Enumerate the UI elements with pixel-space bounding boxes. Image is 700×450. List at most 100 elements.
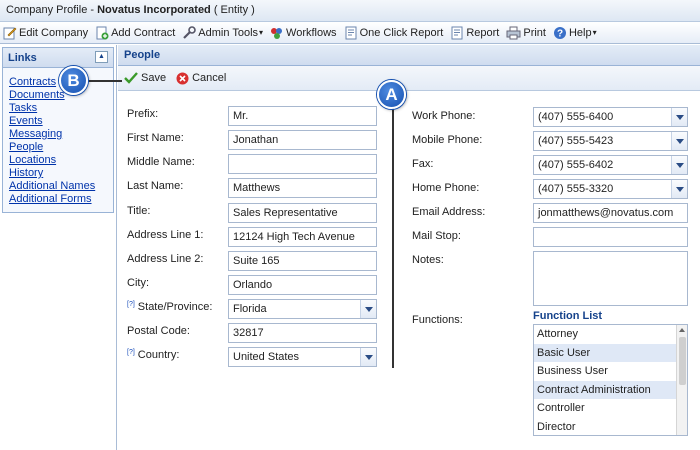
mail-stop-field[interactable]: [533, 227, 688, 247]
chevron-down-icon[interactable]: [671, 156, 687, 174]
link-people[interactable]: People: [9, 141, 43, 153]
mobile-phone-select[interactable]: (407) 555-5423: [533, 131, 688, 151]
admin-tools-menu[interactable]: Admin Tools ▾: [182, 25, 264, 40]
chevron-down-icon[interactable]: [671, 108, 687, 126]
one-click-report-button[interactable]: One Click Report: [344, 26, 443, 40]
chevron-down-icon[interactable]: [671, 180, 687, 198]
scroll-up-icon[interactable]: [679, 328, 685, 332]
main-toolbar: Edit Company Add Contract Admin Tools ▾ W…: [0, 22, 700, 44]
link-tasks[interactable]: Tasks: [9, 102, 37, 114]
chevron-down-icon[interactable]: [360, 300, 376, 318]
add-contract-button[interactable]: Add Contract: [95, 26, 175, 40]
link-messaging[interactable]: Messaging: [9, 128, 62, 140]
company-name: Novatus Incorporated: [97, 4, 211, 16]
chevron-down-icon[interactable]: [360, 348, 376, 366]
left-panel: Links ▲ Contracts Documents Tasks Events…: [0, 45, 117, 450]
city-field[interactable]: Orlando: [228, 275, 377, 295]
people-header: People: [118, 45, 700, 66]
callout-a-line: [392, 94, 394, 368]
title-label: Title:: [127, 205, 151, 217]
cancel-icon: [176, 72, 189, 84]
work-phone-label: Work Phone:: [412, 110, 476, 122]
link-history[interactable]: History: [9, 167, 43, 179]
list-item[interactable]: Contract Administration: [534, 380, 687, 400]
link-events[interactable]: Events: [9, 115, 43, 127]
mobile-phone-label: Mobile Phone:: [412, 134, 483, 146]
title-field[interactable]: Sales Representative: [228, 203, 377, 223]
cancel-button[interactable]: Cancel: [176, 72, 226, 85]
list-item[interactable]: Controller: [534, 399, 687, 418]
address-line-2-field[interactable]: Suite 165: [228, 251, 377, 271]
report-button[interactable]: Report: [450, 26, 499, 40]
middle-name-label: Middle Name:: [127, 156, 195, 168]
chevron-down-icon: ▾: [259, 28, 264, 37]
list-item[interactable]: Basic User: [534, 343, 687, 363]
save-button[interactable]: Save: [124, 72, 166, 84]
report-icon: [451, 26, 463, 39]
first-name-label: First Name:: [127, 132, 184, 144]
country-label: [?] Country:: [127, 349, 180, 361]
list-item[interactable]: Director: [534, 418, 687, 435]
email-label: Email Address:: [412, 206, 486, 218]
chevron-down-icon: ▾: [592, 28, 597, 37]
svg-text:?: ?: [557, 28, 563, 39]
functions-label: Functions:: [412, 314, 463, 326]
fax-label: Fax:: [412, 158, 434, 170]
help-link[interactable]: [?]: [127, 349, 135, 356]
home-phone-select[interactable]: (407) 555-3320: [533, 179, 688, 199]
wrench-icon: [183, 25, 197, 39]
postal-code-field[interactable]: 32817: [228, 323, 377, 343]
function-listbox[interactable]: Attorney Basic User Business User Contra…: [533, 324, 688, 436]
link-documents[interactable]: Documents: [9, 89, 65, 101]
prefix-label: Prefix:: [127, 108, 159, 120]
city-label: City:: [127, 277, 149, 289]
address-line-1-label: Address Line 1:: [127, 229, 204, 241]
action-bar: Save Cancel: [118, 66, 700, 91]
workflows-button[interactable]: Workflows: [270, 26, 337, 40]
help-icon: ?: [553, 26, 566, 39]
fax-select[interactable]: (407) 555-6402: [533, 155, 688, 175]
link-locations[interactable]: Locations: [9, 154, 56, 166]
checkmark-icon: [124, 72, 138, 84]
link-additional-forms[interactable]: Additional Forms: [9, 193, 92, 205]
email-field[interactable]: jonmatthews@novatus.com: [533, 203, 688, 223]
help-menu[interactable]: ? Help ▾: [553, 26, 597, 40]
state-select[interactable]: Florida: [228, 299, 377, 319]
callout-b-badge: B: [59, 66, 88, 95]
collapse-icon[interactable]: ▲: [95, 51, 108, 63]
links-box: Links ▲ Contracts Documents Tasks Events…: [2, 47, 114, 213]
print-button[interactable]: Print: [506, 26, 546, 40]
list-item[interactable]: Attorney: [534, 325, 687, 344]
address-line-1-field[interactable]: 12124 High Tech Avenue: [228, 227, 377, 247]
edit-company-button[interactable]: Edit Company: [3, 26, 88, 40]
links-list: Contracts Documents Tasks Events Messagi…: [3, 68, 113, 206]
address-line-2-label: Address Line 2:: [127, 253, 204, 265]
edit-icon: [3, 27, 17, 39]
notes-textarea[interactable]: [533, 251, 688, 306]
state-label: [?] State/Province:: [127, 301, 213, 313]
function-list-title: Function List: [533, 310, 603, 322]
prefix-field[interactable]: Mr.: [228, 106, 377, 126]
help-link[interactable]: [?]: [127, 301, 135, 308]
scrollbar-thumb[interactable]: [679, 337, 686, 385]
window-title: Company Profile - Novatus Incorporated (…: [0, 0, 700, 22]
callout-a-badge: A: [377, 80, 406, 109]
report-icon: [345, 26, 357, 39]
add-contract-icon: [96, 26, 109, 39]
list-item[interactable]: Business User: [534, 362, 687, 381]
country-select[interactable]: United States: [228, 347, 377, 367]
last-name-field[interactable]: Matthews: [228, 178, 377, 198]
title-prefix: Company Profile -: [6, 4, 98, 16]
printer-icon: [506, 26, 521, 39]
link-additional-names[interactable]: Additional Names: [9, 180, 95, 192]
mail-stop-label: Mail Stop:: [412, 230, 461, 242]
link-contracts[interactable]: Contracts: [9, 76, 56, 88]
postal-code-label: Postal Code:: [127, 325, 190, 337]
chevron-down-icon[interactable]: [671, 132, 687, 150]
first-name-field[interactable]: Jonathan: [228, 130, 377, 150]
links-title: Links: [8, 52, 37, 64]
scrollbar[interactable]: [676, 325, 687, 435]
middle-name-field[interactable]: [228, 154, 377, 174]
work-phone-select[interactable]: (407) 555-6400: [533, 107, 688, 127]
callout-b-line: [88, 80, 122, 82]
